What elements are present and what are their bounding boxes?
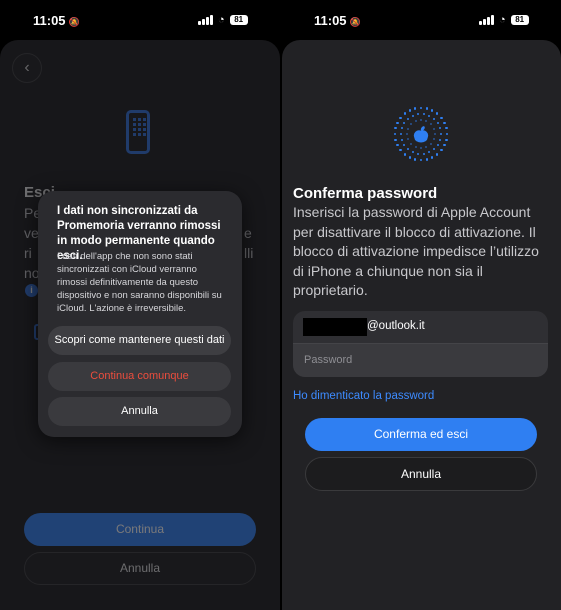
back-button[interactable]: ‹ — [12, 53, 42, 83]
cancel-button-right[interactable]: Annulla — [305, 457, 537, 491]
ring-dot — [400, 138, 403, 141]
ring-dot — [425, 158, 428, 161]
ring-dot — [443, 121, 446, 124]
ring-dot — [403, 153, 406, 156]
ring-dot — [408, 156, 411, 159]
ring-dot — [429, 142, 432, 145]
chevron-left-icon: ‹ — [24, 59, 30, 76]
ring-dot — [420, 147, 422, 149]
bg-line: e — [244, 225, 252, 241]
alert-cancel-button[interactable]: Annulla — [48, 397, 231, 426]
learn-how-button[interactable]: Scopri come mantenere questi dati — [48, 326, 231, 355]
ring-dot — [403, 112, 406, 115]
wifi-icon: ◔ — [499, 14, 506, 26]
bg-line: lli — [244, 245, 254, 261]
ring-dot — [434, 133, 436, 135]
apple-ring-icon — [393, 106, 449, 162]
status-time-left: 11:05 🔕 — [33, 13, 80, 28]
ring-dot — [411, 114, 414, 117]
cellular-signal-icon — [198, 15, 213, 25]
email-field[interactable]: @outlook.it — [293, 311, 548, 344]
ring-dot — [440, 116, 443, 119]
ring-dot — [422, 152, 425, 155]
info-icon: i — [25, 284, 38, 297]
cellular-signal-icon — [479, 15, 494, 25]
ring-dot — [396, 121, 399, 124]
ring-dot — [414, 120, 417, 123]
status-icons-right: ◔ 81 — [479, 14, 529, 26]
password-placeholder: Password — [304, 354, 353, 366]
confirm-password-title: Conferma password — [293, 185, 438, 202]
alert-message: I dati dell'app che non sono stati sincr… — [57, 251, 222, 314]
ring-dot — [429, 123, 432, 126]
ring-dot — [406, 117, 409, 120]
confirm-password-description: Inserisci la password di Apple Account p… — [293, 204, 539, 298]
time-label: 11:05 — [33, 13, 66, 28]
ring-dot — [425, 107, 428, 110]
ring-dot — [406, 133, 408, 135]
iphone-icon — [126, 110, 150, 154]
password-field[interactable]: Password — [293, 344, 548, 377]
data-loss-alert: I dati non sincronizzati da Promemoria v… — [38, 191, 242, 437]
status-time-right: 11:05 🔕 — [314, 13, 361, 28]
redacted-email-block — [303, 318, 367, 336]
battery-icon: 81 — [510, 15, 529, 25]
ring-dot — [436, 143, 439, 146]
status-icons-left: ◔ 81 — [198, 14, 248, 26]
wifi-icon: ◔ — [218, 14, 225, 26]
continue-button[interactable]: Continua — [24, 513, 256, 546]
background-text-right: e lli — [244, 223, 253, 263]
ring-dot — [414, 145, 417, 148]
cancel-button-left[interactable]: Annulla — [24, 552, 256, 585]
battery-icon: 81 — [229, 15, 248, 25]
email-suffix: @outlook.it — [367, 320, 425, 332]
ring-dot — [394, 138, 397, 141]
confirm-and-exit-button[interactable]: Conferma ed esci — [305, 418, 537, 451]
ring-dot — [445, 138, 448, 141]
mute-bell-icon: 🔕 — [68, 17, 80, 27]
time-label: 11:05 — [314, 13, 347, 28]
ring-dot — [407, 127, 410, 130]
mute-bell-icon: 🔕 — [349, 17, 361, 27]
ring-dot — [420, 119, 422, 121]
ring-dot — [399, 116, 402, 119]
ring-dot — [432, 127, 435, 130]
forgot-password-link[interactable]: Ho dimenticato la password — [293, 390, 434, 402]
ring-dot — [410, 142, 413, 145]
ring-dot — [408, 109, 411, 112]
credentials-group: @outlook.it Password — [293, 311, 548, 377]
continue-anyway-button[interactable]: Continua comunque — [48, 362, 231, 391]
